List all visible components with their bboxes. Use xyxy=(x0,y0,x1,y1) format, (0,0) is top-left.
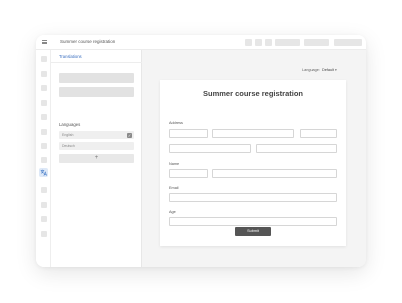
translate-icon[interactable] xyxy=(39,168,48,177)
rail-icon-3[interactable] xyxy=(41,85,47,91)
rail-icon-6[interactable] xyxy=(41,129,47,135)
submit-button[interactable]: Submit xyxy=(235,227,271,236)
form-canvas: Language: Default▾ Summer course registra… xyxy=(142,50,366,267)
placeholder-bar-1 xyxy=(59,73,134,83)
menu-icon[interactable] xyxy=(42,40,47,44)
language-item-label: English xyxy=(62,133,74,137)
rail-icon-8[interactable] xyxy=(41,157,47,163)
address-label: Address xyxy=(169,121,183,125)
address-field-3[interactable] xyxy=(300,129,337,138)
address-field-1[interactable] xyxy=(169,129,208,138)
rail-icon-10[interactable] xyxy=(41,202,47,208)
top-toolbar: Summer course registration xyxy=(36,35,366,50)
name-field-2[interactable] xyxy=(212,169,337,178)
placeholder-bar-2 xyxy=(59,87,134,97)
rail-icon-1[interactable] xyxy=(41,56,47,62)
language-item-deutsch[interactable]: Deutsch xyxy=(59,142,134,150)
languages-heading: Languages xyxy=(59,122,81,127)
translate-glyph-icon xyxy=(40,169,47,176)
toolbar-icon-button-1[interactable] xyxy=(245,39,252,46)
form-title: Summer course registration xyxy=(202,89,304,98)
email-label: Email xyxy=(169,186,179,190)
language-selector-label: Language: xyxy=(302,68,320,72)
chevron-down-icon: ▾ xyxy=(334,68,337,72)
translations-panel: Translations Languages English ✓ Deutsch… xyxy=(51,50,142,267)
age-label: Age xyxy=(169,210,176,214)
rail-icon-4[interactable] xyxy=(41,100,47,106)
address-field-2[interactable] xyxy=(212,129,294,138)
toolbar-button-3[interactable] xyxy=(334,39,362,46)
rail-icon-5[interactable] xyxy=(41,114,47,120)
rail-icon-2[interactable] xyxy=(41,71,47,77)
language-checkbox[interactable]: ✓ xyxy=(127,132,132,138)
name-label: Name xyxy=(169,162,180,166)
language-item-english[interactable]: English ✓ xyxy=(59,131,134,139)
toolbar-icon-button-2[interactable] xyxy=(255,39,262,46)
name-field-1[interactable] xyxy=(169,169,208,178)
rail-icon-11[interactable] xyxy=(41,216,47,222)
icon-rail xyxy=(36,50,51,267)
toolbar-icon-button-3[interactable] xyxy=(265,39,272,46)
toolbar-button-2[interactable] xyxy=(304,39,329,46)
rail-icon-7[interactable] xyxy=(41,143,47,149)
document-title: Summer course registration xyxy=(60,39,116,44)
form-preview: Summer course registration Address Name … xyxy=(160,80,346,246)
language-selector[interactable]: Language: Default▾ xyxy=(302,68,337,72)
tab-translations[interactable]: Translations xyxy=(59,54,82,59)
age-field[interactable] xyxy=(169,217,337,226)
language-item-label: Deutsch xyxy=(62,144,75,148)
add-language-button[interactable]: + xyxy=(59,154,134,163)
tab-divider xyxy=(51,62,142,63)
address-field-5[interactable] xyxy=(256,144,337,153)
email-field[interactable] xyxy=(169,193,337,202)
language-selector-value: Default xyxy=(321,68,334,72)
rail-icon-9[interactable] xyxy=(41,187,47,193)
rail-icon-12[interactable] xyxy=(41,231,47,237)
toolbar-button-1[interactable] xyxy=(275,39,300,46)
address-field-4[interactable] xyxy=(169,144,251,153)
app-window: Summer course registration Translations xyxy=(36,35,366,267)
